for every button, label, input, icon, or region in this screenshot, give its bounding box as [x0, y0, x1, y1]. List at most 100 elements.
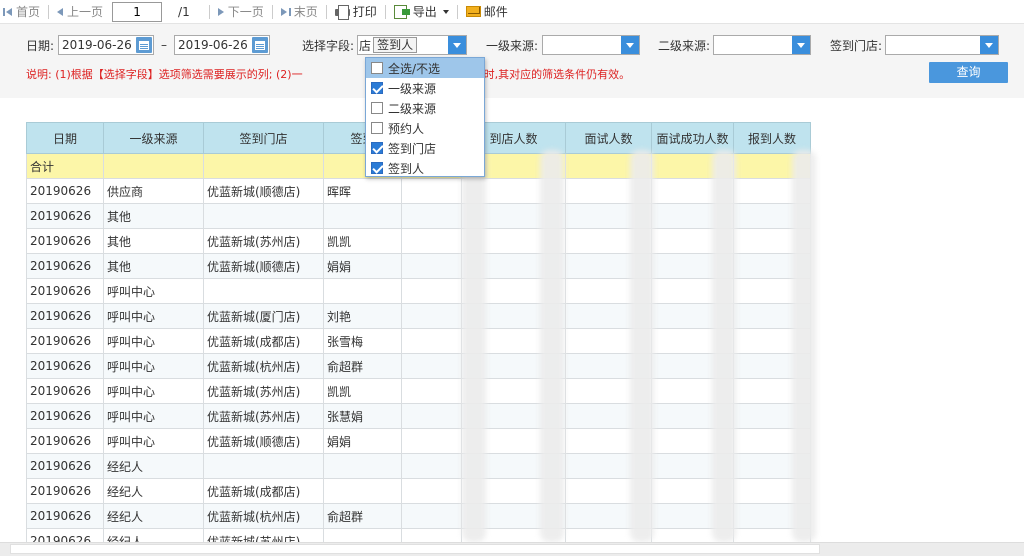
table-cell: 20190626 — [26, 403, 104, 429]
column-header[interactable]: 日期 — [26, 122, 104, 154]
chevron-down-icon[interactable] — [980, 36, 999, 54]
popup-item-label: 预约人 — [388, 121, 425, 136]
first-page-label: 首页 — [16, 5, 41, 19]
source1-select[interactable] — [542, 35, 641, 55]
field-select[interactable]: 店 签到人 — [357, 35, 468, 55]
popup-item-signer[interactable]: 签到人 — [366, 158, 484, 178]
toolbar-divider — [48, 4, 50, 19]
table-cell: 20190626 — [26, 353, 104, 379]
column-header[interactable]: 面试成功人数 — [651, 122, 734, 154]
popup-item-label: 二级来源 — [388, 101, 437, 116]
table-cell — [323, 203, 402, 229]
popup-item-source2[interactable]: 二级来源 — [366, 98, 484, 118]
date-label: 日期: — [26, 38, 55, 53]
chevron-down-icon[interactable] — [621, 36, 640, 54]
table-cell: 其他 — [103, 228, 204, 254]
table-cell: 凯凯 — [323, 228, 402, 254]
caret-down-icon — [442, 9, 449, 14]
column-header[interactable]: 面试人数 — [565, 122, 652, 154]
query-button[interactable]: 查询 — [929, 62, 1008, 83]
table-cell — [203, 278, 324, 304]
chevron-down-icon[interactable] — [448, 36, 467, 54]
toolbar-divider — [325, 4, 327, 19]
table-cell: 经纪人 — [103, 478, 204, 504]
table-cell: 俞超群 — [323, 503, 402, 529]
date-from-input[interactable]: 2019-06-26 — [58, 35, 155, 55]
printer-icon — [334, 5, 350, 20]
table-cell: 优蓝新城(厦门店) — [203, 303, 324, 329]
table-cell: 其他 — [103, 253, 204, 279]
source2-select[interactable] — [713, 35, 812, 55]
mail-label: 邮件 — [483, 5, 508, 19]
checkbox-checked-icon[interactable] — [371, 142, 383, 154]
calendar-icon[interactable] — [136, 37, 153, 53]
table-row: 20190626 呼叫中心 优蓝新城(厦门店) 刘艳 — [26, 303, 811, 329]
page-number-input[interactable] — [112, 1, 163, 22]
table-cell: 优蓝新城(顺德店) — [203, 428, 324, 454]
popup-item-source1[interactable]: 一级来源 — [366, 78, 484, 98]
table-cell: 刘艳 — [323, 303, 402, 329]
table-cell: 经纪人 — [103, 453, 204, 479]
table-cell: 优蓝新城(杭州店) — [203, 353, 324, 379]
table-row: 20190626 呼叫中心 优蓝新城(成都店) 张雪梅 — [26, 328, 811, 354]
chevron-down-icon[interactable] — [792, 36, 811, 54]
checkbox-icon[interactable] — [371, 62, 383, 74]
checkbox-icon[interactable] — [371, 102, 383, 114]
table-row: 20190626 呼叫中心 优蓝新城(苏州店) 张慧娟 — [26, 403, 811, 429]
first-page-icon — [3, 7, 13, 17]
column-header[interactable]: 一级来源 — [103, 122, 204, 154]
export-button[interactable]: 导出 — [391, 1, 452, 23]
table-row: 20190626 其他 — [26, 203, 811, 229]
table-cell — [323, 453, 402, 479]
mail-button[interactable]: 邮件 — [463, 1, 511, 23]
table-cell: 优蓝新城(顺德店) — [203, 253, 324, 279]
date-to-value: 2019-06-26 — [178, 38, 248, 52]
table-cell: 呼叫中心 — [103, 378, 204, 404]
popup-item-booker[interactable]: 预约人 — [366, 118, 484, 138]
print-button[interactable]: 打印 — [332, 1, 380, 23]
store-select[interactable] — [885, 35, 1000, 55]
table-cell: 20190626 — [26, 253, 104, 279]
first-page-button[interactable]: 首页 — [0, 1, 43, 23]
popup-item-label: 全选/不选 — [388, 61, 441, 76]
redacted-column — [630, 150, 654, 542]
table-cell: 优蓝新城(苏州店) — [203, 403, 324, 429]
calendar-icon[interactable] — [252, 37, 269, 53]
report-table: 日期 一级来源 签到门店 签到 到店人数 面试人数 面试成功人数 报到人数 合计… — [26, 122, 811, 554]
table-cell: 凯凯 — [323, 378, 402, 404]
checkbox-checked-icon[interactable] — [371, 82, 383, 94]
table-cell: 晖晖 — [323, 178, 402, 204]
table-cell: 20190626 — [26, 203, 104, 229]
toolbar: 首页 上一页 /1 下一页 末页 打印 导出 邮件 — [0, 0, 1024, 24]
last-page-button[interactable]: 末页 — [278, 1, 321, 23]
date-from-value: 2019-06-26 — [62, 38, 132, 52]
table-row: 20190626 其他 优蓝新城(顺德店) 娟娟 — [26, 253, 811, 279]
scrollbar-thumb[interactable] — [10, 544, 820, 554]
next-page-icon — [217, 7, 225, 17]
field-select-popup: 全选/不选 一级来源 二级来源 预约人 签到门店 签到人 — [365, 57, 485, 177]
checkbox-checked-icon[interactable] — [371, 162, 383, 174]
popup-item-store[interactable]: 签到门店 — [366, 138, 484, 158]
table-cell: 经纪人 — [103, 503, 204, 529]
table-cell — [203, 203, 324, 229]
table-cell: 20190626 — [26, 178, 104, 204]
column-header[interactable]: 报到人数 — [733, 122, 811, 154]
date-to-input[interactable]: 2019-06-26 — [174, 35, 271, 55]
table-cell: 呼叫中心 — [103, 328, 204, 354]
table-cell: 20190626 — [26, 378, 104, 404]
next-page-button[interactable]: 下一页 — [215, 1, 267, 23]
checkbox-icon[interactable] — [371, 122, 383, 134]
table-cell: 优蓝新城(杭州店) — [203, 503, 324, 529]
popup-item-select-all[interactable]: 全选/不选 — [366, 58, 484, 78]
table-cell: 呼叫中心 — [103, 403, 204, 429]
column-header[interactable]: 签到门店 — [203, 122, 324, 154]
last-page-label: 末页 — [293, 5, 318, 19]
field-select-tag: 签到人 — [373, 37, 418, 53]
mail-icon — [465, 6, 481, 17]
prev-page-button[interactable]: 上一页 — [54, 1, 106, 23]
source2-filter: 二级来源: — [658, 34, 812, 56]
table-row: 20190626 呼叫中心 — [26, 278, 811, 304]
table-cell: 20190626 — [26, 478, 104, 504]
toolbar-divider — [384, 4, 386, 19]
popup-item-label: 一级来源 — [388, 81, 437, 96]
